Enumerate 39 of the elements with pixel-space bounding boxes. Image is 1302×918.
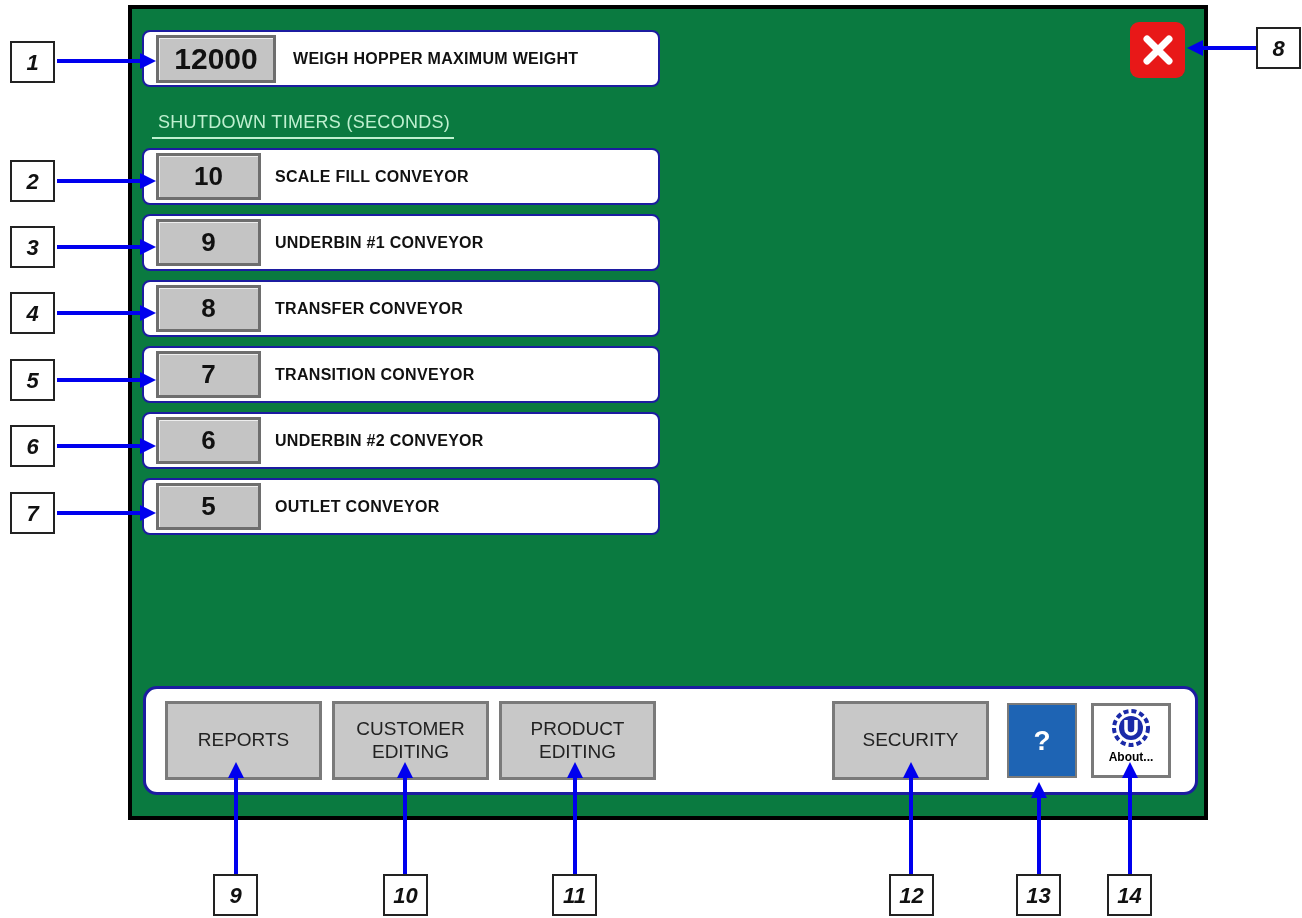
menu-button[interactable]: CUSTOMER EDITING [332,701,489,780]
menu-button[interactable]: PRODUCT EDITING [499,701,656,780]
callout-label: 3 [10,226,55,268]
value-button[interactable]: 10 [156,153,261,200]
callout-label: 8 [1256,27,1301,69]
value-button[interactable]: 6 [156,417,261,464]
callout-label: 9 [213,874,258,916]
close-button[interactable] [1130,22,1185,78]
close-icon [1140,33,1175,67]
setting-label: UNDERBIN #1 CONVEYOR [275,232,484,253]
callout-label: 7 [10,492,55,534]
value-button[interactable]: 9 [156,219,261,266]
menu-button[interactable]: REPORTS [165,701,322,780]
menu-button[interactable]: SECURITY [832,701,989,780]
callout-label: 1 [10,41,55,83]
callout-label: 14 [1107,874,1152,916]
callout-label: 13 [1016,874,1061,916]
setting-label: WEIGH HOPPER MAXIMUM WEIGHT [293,48,579,69]
callout-label: 4 [10,292,55,334]
setting-label: TRANSITION CONVEYOR [275,364,475,385]
leader-arrow [1187,40,1256,56]
setting-label: TRANSFER CONVEYOR [275,298,464,319]
value-button[interactable]: 12000 [156,34,276,83]
setting-label: OUTLET CONVEYOR [275,496,440,517]
callout-label: 12 [889,874,934,916]
callout-label: 11 [552,874,597,916]
logo-icon [1111,708,1151,748]
about-button[interactable]: About... [1091,703,1171,778]
value-button[interactable]: 7 [156,351,261,398]
value-button[interactable]: 5 [156,483,261,530]
callout-label: 6 [10,425,55,467]
section-title: SHUTDOWN TIMERS (SECONDS) [152,109,455,139]
value-button[interactable]: 8 [156,285,261,332]
setting-label: SCALE FILL CONVEYOR [275,166,469,187]
callout-label: 2 [10,160,55,202]
callout-label: 10 [383,874,428,916]
callout-label: 5 [10,359,55,401]
setting-label: UNDERBIN #2 CONVEYOR [275,430,484,451]
help-button[interactable]: ? [1007,703,1077,778]
